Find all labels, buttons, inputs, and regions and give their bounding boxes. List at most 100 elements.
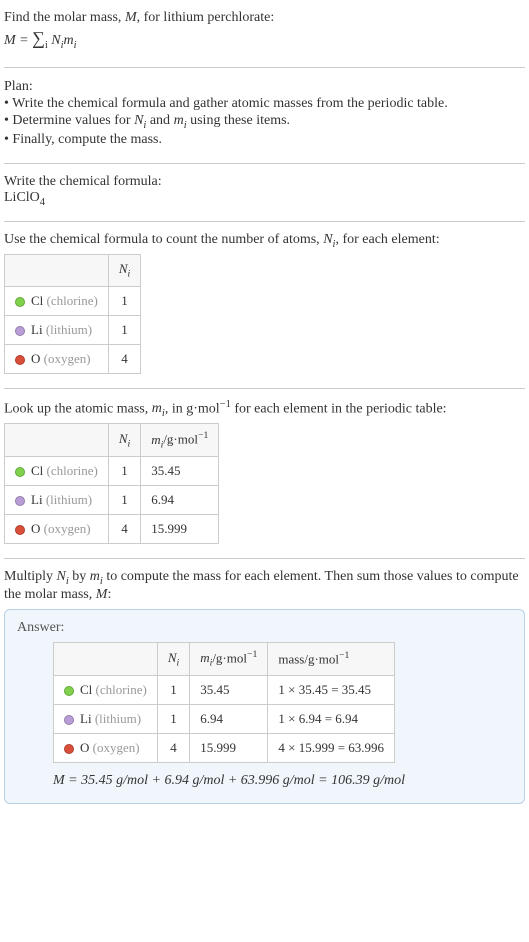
chem-formula-sub: 4 xyxy=(40,196,45,207)
element-dot-icon xyxy=(64,686,74,696)
mass-header: mass/g·mol−1 xyxy=(268,642,395,675)
n-header: Ni xyxy=(108,424,140,457)
chem-formula-intro: Write the chemical formula: xyxy=(4,174,525,190)
intro-line: Find the molar mass, M, for lithium perc… xyxy=(4,10,525,26)
m-cell: 6.94 xyxy=(141,486,219,515)
m-cell: 35.45 xyxy=(190,675,268,704)
chem-formula-main: LiClO xyxy=(4,190,40,205)
n-cell: 1 xyxy=(108,486,140,515)
n-cell: 1 xyxy=(108,315,140,344)
n-header: Ni xyxy=(108,255,140,287)
plan-title: Plan: xyxy=(4,79,525,95)
element-cell: Li (lithium) xyxy=(5,486,109,515)
divider xyxy=(4,388,525,389)
n-cell: 4 xyxy=(157,733,189,762)
multiply-text: Multiply Ni by mi to compute the mass fo… xyxy=(4,569,525,603)
intro-section: Find the molar mass, M, for lithium perc… xyxy=(4,4,525,61)
answer-content: Ni mi/g·mol−1 mass/g·mol−1 Cl (chlorine)… xyxy=(17,642,512,789)
element-symbol: Li xyxy=(80,711,92,726)
table-row: Cl (chlorine) 1 xyxy=(5,286,141,315)
element-dot-icon xyxy=(15,326,25,336)
count-pre: Use the chemical formula to count the nu… xyxy=(4,232,323,247)
divider xyxy=(4,67,525,68)
element-name: (chlorine) xyxy=(47,293,98,308)
element-dot-icon xyxy=(15,355,25,365)
n-cell: 1 xyxy=(157,675,189,704)
m-cell: 15.999 xyxy=(141,515,219,544)
element-cell: O (oxygen) xyxy=(5,515,109,544)
element-name: (chlorine) xyxy=(47,463,98,478)
chem-formula-section: Write the chemical formula: LiClO4 xyxy=(4,170,525,216)
intro-text-pre: Find the molar mass, xyxy=(4,10,125,25)
element-symbol: Cl xyxy=(31,463,43,478)
am-sup: −1 xyxy=(220,399,231,410)
element-header xyxy=(5,424,109,457)
am-post: for each element in the periodic table: xyxy=(231,401,447,416)
eq-lhs-text: M = xyxy=(4,33,32,48)
table-row: O (oxygen) 4 15.999 xyxy=(5,515,219,544)
n-cell: 1 xyxy=(108,286,140,315)
element-cell: Cl (chlorine) xyxy=(5,286,109,315)
table-row: O (oxygen) 4 15.999 4 × 15.999 = 63.996 xyxy=(54,733,395,762)
table-row: Li (lithium) 1 6.94 1 × 6.94 = 6.94 xyxy=(54,704,395,733)
mass-cell: 4 × 15.999 = 63.996 xyxy=(268,733,395,762)
element-name: (oxygen) xyxy=(93,740,140,755)
final-equation: M = 35.45 g/mol + 6.94 g/mol + 63.996 g/… xyxy=(53,773,512,789)
eq-lhs: M = xyxy=(4,33,32,48)
n-cell: 4 xyxy=(108,515,140,544)
n-cell: 1 xyxy=(108,457,140,486)
element-cell: O (oxygen) xyxy=(54,733,158,762)
n-cell: 1 xyxy=(157,704,189,733)
mass-cell: 1 × 6.94 = 6.94 xyxy=(268,704,395,733)
am-pre: Look up the atomic mass, xyxy=(4,401,152,416)
atomic-mass-table: Ni mi/g·mol−1 Cl (chlorine) 1 35.45 Li (… xyxy=(4,423,219,544)
element-header xyxy=(54,642,158,675)
element-dot-icon xyxy=(15,467,25,477)
atomic-mass-section: Look up the atomic mass, mi, in g·mol−1 … xyxy=(4,395,525,552)
element-symbol: Li xyxy=(31,492,43,507)
divider xyxy=(4,558,525,559)
molar-mass-equation: M = ∑i Nimi xyxy=(4,28,525,51)
element-cell: Li (lithium) xyxy=(54,704,158,733)
answer-box: Answer: Ni mi/g·mol−1 mass/g·mol−1 Cl (c… xyxy=(4,609,525,804)
element-symbol: O xyxy=(31,351,40,366)
table-row: Cl (chlorine) 1 35.45 1 × 35.45 = 35.45 xyxy=(54,675,395,704)
element-cell: O (oxygen) xyxy=(5,344,109,373)
eq-rhs: Nimi xyxy=(51,33,76,48)
intro-text-post: , for lithium perchlorate: xyxy=(137,10,275,25)
chem-formula: LiClO4 xyxy=(4,190,525,208)
atomic-mass-intro: Look up the atomic mass, mi, in g·mol−1 … xyxy=(4,399,525,419)
table-header-row: Ni xyxy=(5,255,141,287)
element-cell: Li (lithium) xyxy=(5,315,109,344)
element-symbol: O xyxy=(31,521,40,536)
answer-table: Ni mi/g·mol−1 mass/g·mol−1 Cl (chlorine)… xyxy=(53,642,395,763)
element-name: (lithium) xyxy=(46,322,92,337)
divider xyxy=(4,163,525,164)
element-name: (oxygen) xyxy=(44,351,91,366)
plan-item-1: • Write the chemical formula and gather … xyxy=(4,96,525,112)
element-dot-icon xyxy=(64,715,74,725)
table-header-row: Ni mi/g·mol−1 mass/g·mol−1 xyxy=(54,642,395,675)
element-symbol: Li xyxy=(31,322,43,337)
element-symbol: Cl xyxy=(80,682,92,697)
intro-M: M xyxy=(125,10,137,25)
count-post: , for each element: xyxy=(335,232,439,247)
element-symbol: Cl xyxy=(31,293,43,308)
plan-item-3: • Finally, compute the mass. xyxy=(4,132,525,148)
m-cell: 15.999 xyxy=(190,733,268,762)
plan-section: Plan: • Write the chemical formula and g… xyxy=(4,74,525,157)
multiply-section: Multiply Ni by mi to compute the mass fo… xyxy=(4,565,525,812)
am-mid: , in g·mol xyxy=(165,401,220,416)
m-cell: 6.94 xyxy=(190,704,268,733)
mass-cell: 1 × 35.45 = 35.45 xyxy=(268,675,395,704)
table-row: O (oxygen) 4 xyxy=(5,344,141,373)
plan-item-2: • Determine values for Ni and mi using t… xyxy=(4,113,525,131)
element-name: (chlorine) xyxy=(96,682,147,697)
sigma-icon: ∑ xyxy=(32,28,45,48)
element-name: (lithium) xyxy=(46,492,92,507)
element-dot-icon xyxy=(15,525,25,535)
element-dot-icon xyxy=(64,744,74,754)
n-cell: 4 xyxy=(108,344,140,373)
n-header: Ni xyxy=(157,642,189,675)
element-name: (oxygen) xyxy=(44,521,91,536)
